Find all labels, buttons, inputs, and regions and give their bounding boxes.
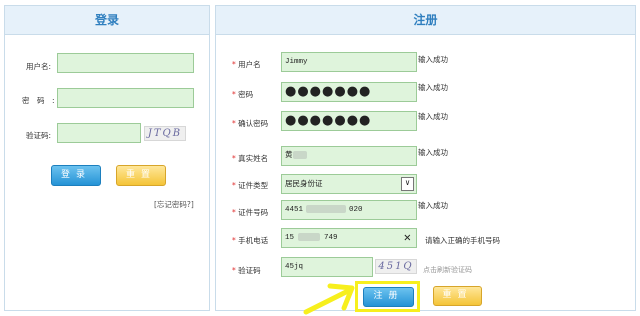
login-button[interactable]: 登录 — [51, 165, 101, 186]
reg-id-number-label: * 证件号码 — [232, 208, 269, 217]
reg-password-label: * 密码 — [232, 90, 254, 99]
reg-real-name-label: * 真实姓名 — [232, 154, 269, 163]
reg-id-type-label: * 证件类型 — [232, 181, 269, 190]
reg-id-number-status: 输入成功 — [418, 201, 448, 210]
reg-id-number-input[interactable]: 4451 020 — [281, 200, 417, 220]
reg-captcha-input[interactable]: 45jq — [281, 257, 373, 277]
register-title: 注册 — [216, 6, 635, 35]
clear-icon[interactable]: ✕ — [404, 229, 411, 247]
reg-captcha-label: * 验证码 — [232, 266, 261, 275]
reg-real-name-status: 输入成功 — [418, 148, 448, 157]
reg-real-name-input[interactable]: 黄 — [281, 146, 417, 166]
reg-captcha-image[interactable]: 451Q — [375, 259, 417, 274]
login-reset-button[interactable]: 重置 — [116, 165, 166, 186]
reg-reset-button[interactable]: 重置 — [433, 286, 482, 306]
reg-password-input[interactable]: ●●●●●●● — [281, 82, 417, 102]
redacted-mask — [292, 151, 307, 160]
login-captcha-label: 验证码: — [26, 131, 52, 140]
login-password-input[interactable] — [57, 88, 194, 108]
reg-username-status: 输入成功 — [418, 55, 448, 64]
login-captcha-image[interactable]: JTQB — [144, 126, 186, 141]
reg-phone-input[interactable]: 15 749 ✕ — [281, 228, 417, 248]
reg-captcha-refresh-hint[interactable]: 点击刷新验证码 — [423, 265, 472, 275]
reg-phone-status: 请输入正确的手机号码 — [425, 236, 500, 245]
chevron-down-icon[interactable]: ∨ — [401, 177, 414, 191]
reg-confirm-password-input[interactable]: ●●●●●●● — [281, 111, 417, 131]
login-captcha-input[interactable] — [57, 123, 141, 143]
forgot-password-link[interactable]: [忘记密码?] — [154, 199, 194, 210]
register-button[interactable]: 注册 — [363, 287, 414, 307]
reg-confirm-password-label: * 确认密码 — [232, 119, 269, 128]
login-panel: 登录 — [4, 5, 210, 311]
reg-username-label: * 用户名 — [232, 60, 261, 69]
redacted-mask — [298, 233, 321, 242]
login-password-label: 密 码 : — [22, 96, 55, 105]
pointer-arrow-icon — [303, 283, 355, 315]
login-title: 登录 — [5, 6, 209, 35]
reg-username-input[interactable]: Jimmy — [281, 52, 417, 72]
login-username-label: 用户名: — [26, 62, 52, 71]
redacted-mask — [306, 205, 347, 214]
reg-confirm-password-status: 输入成功 — [418, 112, 448, 121]
reg-password-status: 输入成功 — [418, 83, 448, 92]
login-username-input[interactable] — [57, 53, 194, 73]
reg-id-type-select[interactable]: 居民身份证 ∨ — [281, 174, 417, 194]
reg-phone-label: * 手机电话 — [232, 236, 269, 245]
